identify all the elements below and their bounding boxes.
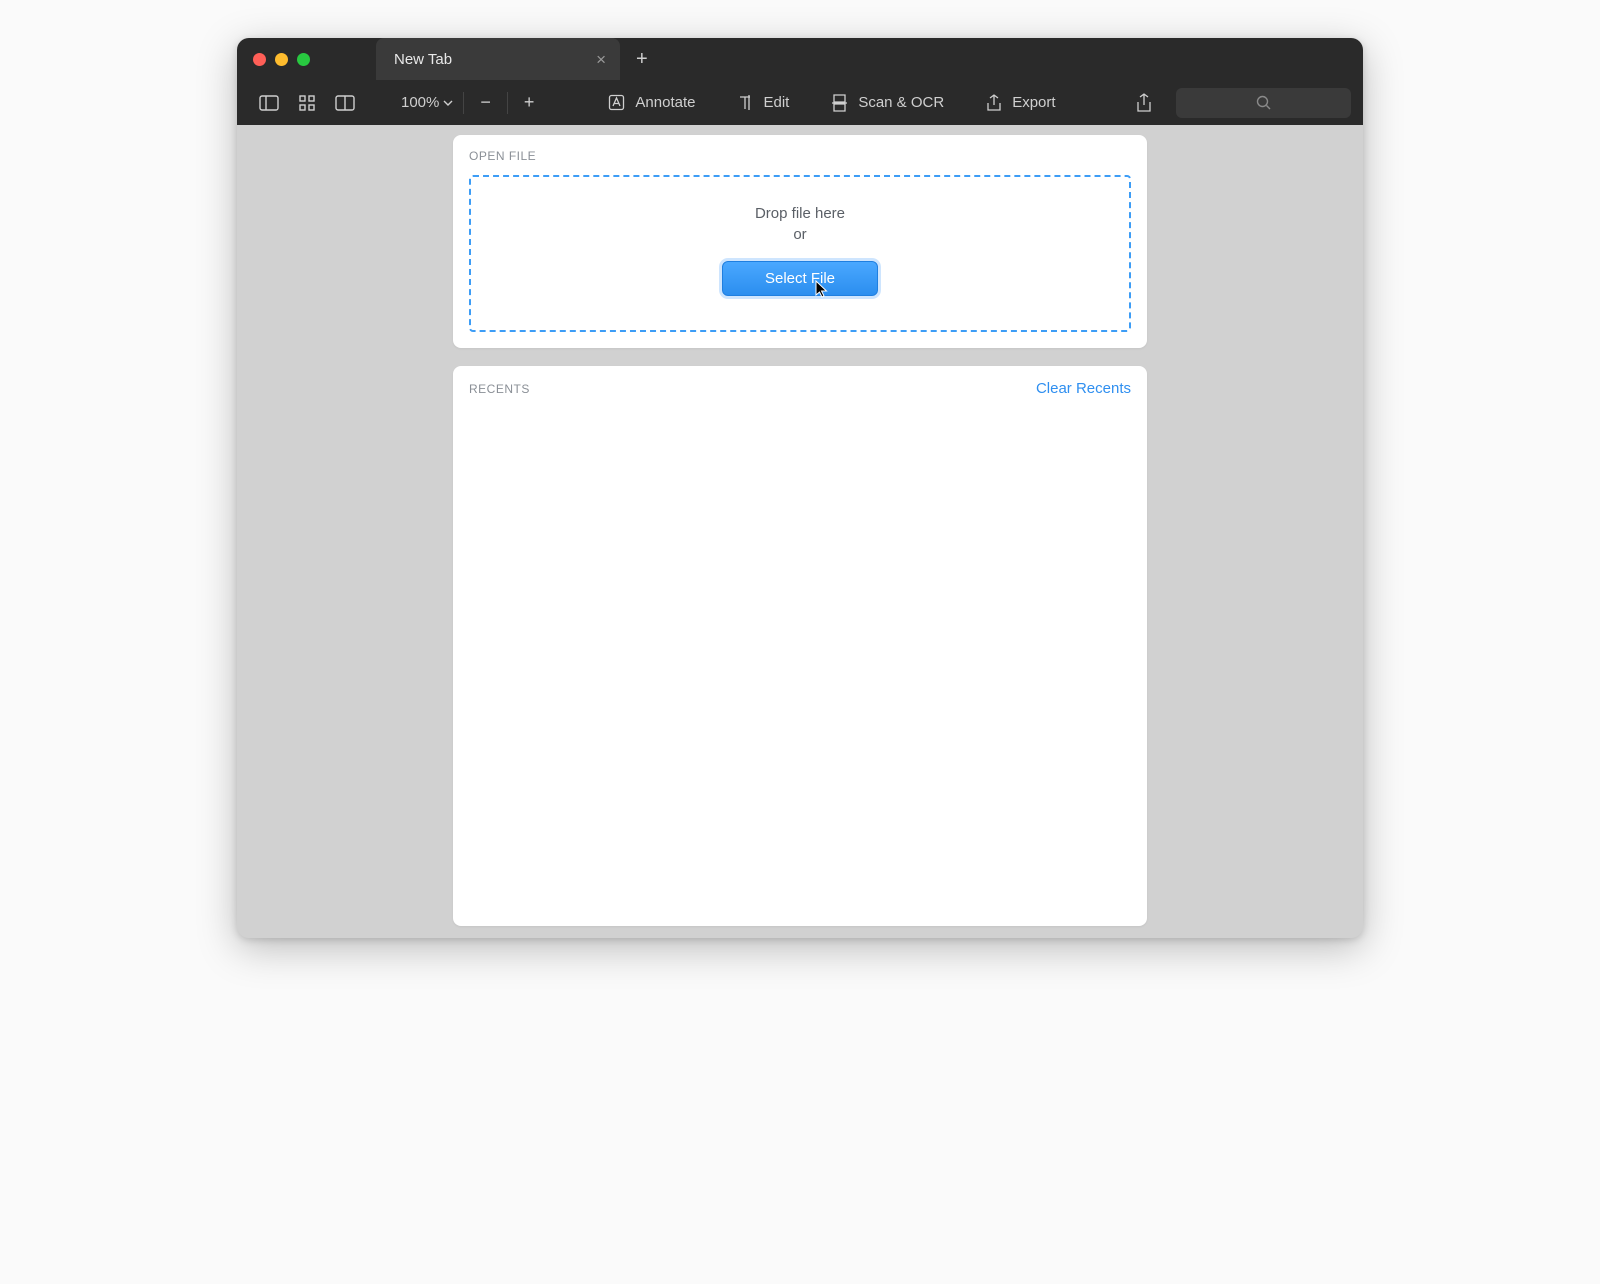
close-tab-button[interactable]: ×: [596, 51, 606, 68]
drop-or-text: or: [793, 226, 806, 243]
content-area: OPEN FILE Drop file here or Select File …: [237, 125, 1363, 938]
tab-title: New Tab: [394, 51, 452, 68]
edit-text-icon: [737, 94, 753, 111]
sidebar-toggle-button[interactable]: [249, 80, 289, 125]
annotate-icon: [608, 94, 625, 111]
open-file-panel: OPEN FILE Drop file here or Select File: [453, 135, 1147, 348]
edit-button[interactable]: Edit: [725, 94, 801, 111]
recents-panel: RECENTS Clear Recents: [453, 366, 1147, 926]
two-page-view-button[interactable]: [325, 80, 365, 125]
book-icon: [335, 95, 355, 111]
divider: [463, 92, 464, 114]
toolbar-center: Annotate Edit Scan & OCR: [596, 94, 1067, 112]
scan-icon: [831, 94, 848, 112]
zoom-in-button[interactable]: +: [512, 92, 547, 113]
zoom-controls: 100% − +: [395, 92, 546, 114]
drop-hint-text: Drop file here: [755, 205, 845, 222]
edit-label: Edit: [763, 94, 789, 111]
app-window: New Tab × +: [237, 38, 1363, 938]
search-input[interactable]: [1176, 88, 1351, 118]
share-icon: [1136, 93, 1152, 113]
browser-tab[interactable]: New Tab ×: [376, 38, 620, 80]
share-button[interactable]: [1126, 93, 1162, 113]
grid-icon: [299, 95, 315, 111]
toolbar-right: [1126, 88, 1351, 118]
zoom-level-dropdown[interactable]: 100%: [395, 94, 459, 111]
file-dropzone[interactable]: Drop file here or Select File: [469, 175, 1131, 332]
select-file-label: Select File: [765, 270, 835, 287]
search-icon: [1256, 95, 1271, 110]
annotate-button[interactable]: Annotate: [596, 94, 707, 111]
export-label: Export: [1012, 94, 1055, 111]
export-icon: [986, 94, 1002, 112]
chevron-down-icon: [443, 100, 453, 106]
export-button[interactable]: Export: [974, 94, 1067, 112]
toolbar: 100% − + Annotate: [237, 80, 1363, 125]
window-controls: [237, 53, 326, 66]
scan-ocr-button[interactable]: Scan & OCR: [819, 94, 956, 112]
maximize-window-button[interactable]: [297, 53, 310, 66]
sidebar-icon: [259, 95, 279, 111]
select-file-button[interactable]: Select File: [722, 261, 878, 296]
clear-recents-button[interactable]: Clear Recents: [1036, 380, 1131, 397]
close-window-button[interactable]: [253, 53, 266, 66]
scan-ocr-label: Scan & OCR: [858, 94, 944, 111]
zoom-out-button[interactable]: −: [468, 92, 503, 113]
titlebar: New Tab × +: [237, 38, 1363, 80]
divider: [507, 92, 508, 114]
annotate-label: Annotate: [635, 94, 695, 111]
zoom-level-value: 100%: [401, 94, 439, 111]
minimize-window-button[interactable]: [275, 53, 288, 66]
open-file-section-title: OPEN FILE: [469, 149, 536, 163]
new-tab-button[interactable]: +: [620, 48, 664, 71]
recents-section-title: RECENTS: [469, 382, 530, 396]
grid-view-button[interactable]: [289, 80, 325, 125]
